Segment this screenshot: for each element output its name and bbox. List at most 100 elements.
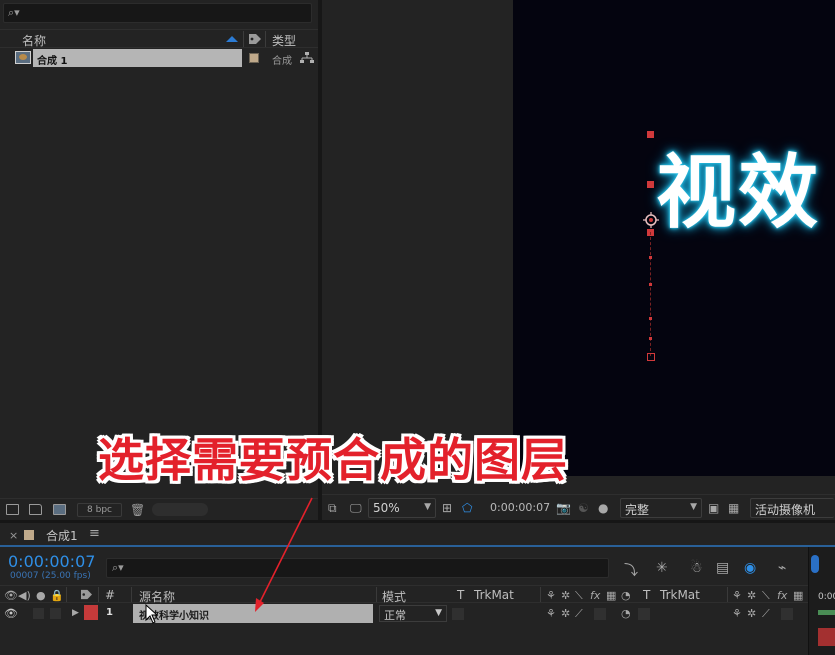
column-number-header[interactable]: # bbox=[105, 588, 115, 602]
frame-blend-switch-icon[interactable]: ▦ bbox=[606, 589, 616, 602]
lock-icon[interactable]: 🔒 bbox=[50, 589, 64, 602]
solo-toggle[interactable] bbox=[33, 608, 44, 619]
work-area-start-handle[interactable] bbox=[811, 555, 819, 573]
motion-blur-icon[interactable]: ◉ bbox=[744, 560, 756, 576]
motion-blur-switch-icon[interactable]: ◔ bbox=[621, 589, 631, 602]
collapse-switch-icon[interactable]: ✲ bbox=[561, 607, 570, 620]
motion-path-keyframe-dot[interactable] bbox=[649, 337, 652, 340]
shy-layers-icon[interactable]: ☃ bbox=[690, 560, 703, 576]
column-t-header-2[interactable]: T bbox=[643, 588, 650, 602]
viewer-timecode[interactable]: 0:00:00:07 bbox=[490, 501, 550, 514]
motion-path-keyframe-dot[interactable] bbox=[649, 317, 652, 320]
column-mode-header[interactable]: 模式 bbox=[382, 588, 406, 605]
motion-path-keyframe-dot[interactable] bbox=[649, 283, 652, 286]
label-tag-icon[interactable] bbox=[80, 589, 93, 600]
camera-select[interactable]: 活动摄像机 bbox=[750, 498, 834, 518]
flowchart-icon[interactable] bbox=[300, 52, 314, 64]
transparency-grid-icon[interactable]: ▦ bbox=[728, 501, 739, 515]
work-area-bar[interactable] bbox=[818, 610, 835, 615]
interpret-footage-icon[interactable] bbox=[6, 504, 19, 515]
timeline-tab-name[interactable]: 合成1 bbox=[46, 527, 78, 544]
fit-icon[interactable]: ⊞ bbox=[442, 501, 452, 515]
show-snapshot-icon[interactable]: ☯ bbox=[578, 501, 589, 515]
lock-toggle[interactable] bbox=[50, 608, 61, 619]
project-search-input[interactable]: ⌕▾ bbox=[3, 3, 312, 23]
active-tab-indicator bbox=[0, 545, 835, 547]
frame-blend-switch-icon[interactable]: ▦ bbox=[793, 589, 803, 602]
snapshot-icon[interactable]: 📷 bbox=[556, 501, 571, 515]
motion-path-keyframe-dot[interactable] bbox=[649, 256, 652, 259]
project-item-name[interactable]: 合成 1 bbox=[33, 49, 242, 67]
shy-switch-icon[interactable]: ⚘ bbox=[546, 607, 556, 620]
shy-switch-icon[interactable]: ⚘ bbox=[732, 607, 742, 620]
column-separator bbox=[243, 31, 244, 47]
shy-switch-icon[interactable]: ⚘ bbox=[546, 589, 556, 602]
quality-switch-icon[interactable]: ⟍ bbox=[762, 589, 770, 603]
motion-blur-switch-icon[interactable]: ◔ bbox=[621, 607, 631, 620]
column-trkmat-header-2[interactable]: TrkMat bbox=[660, 588, 700, 602]
quality-switch-icon[interactable]: ⟍ bbox=[575, 589, 583, 603]
eye-icon[interactable]: 👁 bbox=[4, 607, 18, 620]
comp-mini-flowchart-icon[interactable]: ⤵ bbox=[624, 560, 638, 580]
channel-icon[interactable]: ● bbox=[598, 501, 608, 515]
expand-triangle-icon[interactable]: ▶ bbox=[72, 608, 79, 618]
close-icon[interactable]: × bbox=[9, 529, 18, 542]
mouse-cursor-icon bbox=[145, 604, 159, 624]
layer-name[interactable]: 视效科学小知识 bbox=[133, 604, 373, 623]
sort-ascending-icon[interactable] bbox=[226, 36, 238, 42]
column-t-header[interactable]: T bbox=[457, 588, 464, 602]
resolution-select[interactable]: 完整 ▼ bbox=[620, 498, 702, 518]
blend-mode-select[interactable]: 正常 ▼ bbox=[379, 605, 447, 622]
monitor-icon[interactable]: 🖵 bbox=[350, 501, 362, 516]
mask-visibility-icon[interactable]: ⬠ bbox=[462, 501, 472, 515]
horizontal-scrollbar[interactable] bbox=[152, 503, 208, 516]
column-type-header[interactable]: 类型 bbox=[272, 32, 296, 49]
layer-duration-bar[interactable] bbox=[818, 628, 835, 646]
time-ruler[interactable]: 0:00f bbox=[808, 547, 835, 655]
column-name-header[interactable]: 名称 bbox=[22, 32, 46, 49]
layer-label-color[interactable] bbox=[84, 605, 98, 620]
audio-icon[interactable]: ◀) bbox=[18, 589, 31, 602]
comp-text-layer[interactable]: 视效 bbox=[656, 128, 820, 244]
label-color-swatch[interactable] bbox=[249, 53, 259, 63]
label-tag-icon[interactable] bbox=[248, 33, 262, 45]
region-of-interest-icon[interactable]: ▣ bbox=[708, 501, 719, 515]
bounding-box-handle[interactable] bbox=[647, 131, 654, 138]
effects-toggle[interactable] bbox=[594, 608, 606, 620]
project-item-row[interactable]: 合成 1 合成 bbox=[0, 49, 318, 67]
collapse-switch-icon[interactable]: ✲ bbox=[747, 607, 756, 620]
graph-editor-icon[interactable]: ⌁ bbox=[778, 560, 786, 576]
anchor-point-icon[interactable] bbox=[643, 212, 659, 228]
preserve-transparency-toggle-2[interactable] bbox=[638, 608, 650, 620]
frame-rate-display: 00007 (25.00 fps) bbox=[10, 571, 91, 581]
shy-switch-icon[interactable]: ⚘ bbox=[732, 589, 742, 602]
layer-search-input[interactable]: ⌕▾ bbox=[106, 558, 609, 578]
preserve-transparency-toggle[interactable] bbox=[452, 608, 464, 620]
current-time-display[interactable]: 0:00:00:07 bbox=[8, 552, 95, 571]
new-composition-icon[interactable] bbox=[53, 504, 66, 515]
column-trkmat-header[interactable]: TrkMat bbox=[474, 588, 514, 602]
draft-3d-icon[interactable]: ✳ bbox=[656, 560, 668, 576]
solo-icon[interactable]: ● bbox=[36, 589, 46, 602]
effects-switch-icon[interactable]: fx bbox=[777, 589, 787, 602]
zoom-select[interactable]: 50% ▼ bbox=[368, 498, 436, 518]
column-source-name-header[interactable]: 源名称 bbox=[139, 588, 175, 605]
panel-menu-icon[interactable]: ≡ bbox=[89, 526, 100, 541]
zoom-value: 50% bbox=[373, 501, 400, 515]
new-folder-icon[interactable] bbox=[29, 504, 42, 515]
timeline-tab[interactable]: × 合成1 ≡ bbox=[0, 523, 835, 547]
always-preview-icon[interactable]: ⧉ bbox=[328, 501, 337, 516]
motion-path-end-keyframe[interactable] bbox=[647, 353, 655, 361]
trash-icon[interactable]: 🗑 bbox=[130, 503, 145, 517]
quality-switch-icon[interactable]: ⟋ bbox=[762, 607, 770, 621]
quality-switch-icon[interactable]: ⟋ bbox=[575, 607, 583, 621]
bit-depth-button[interactable]: 8 bpc bbox=[77, 503, 122, 517]
collapse-switch-icon[interactable]: ✲ bbox=[561, 589, 570, 602]
effects-switch-icon[interactable]: fx bbox=[590, 589, 600, 602]
frame-blending-icon[interactable]: ▤ bbox=[716, 560, 729, 576]
eye-icon[interactable]: 👁 bbox=[4, 589, 18, 602]
bounding-box-handle[interactable] bbox=[647, 181, 654, 188]
layer-row[interactable]: 👁 ▶ 1 视效科学小知识 正常 ▼ ⚘ ✲ ⟋ ◔ ⚘ ✲ ⟋ bbox=[0, 604, 808, 623]
effects-toggle-2[interactable] bbox=[781, 608, 793, 620]
collapse-switch-icon[interactable]: ✲ bbox=[747, 589, 756, 602]
